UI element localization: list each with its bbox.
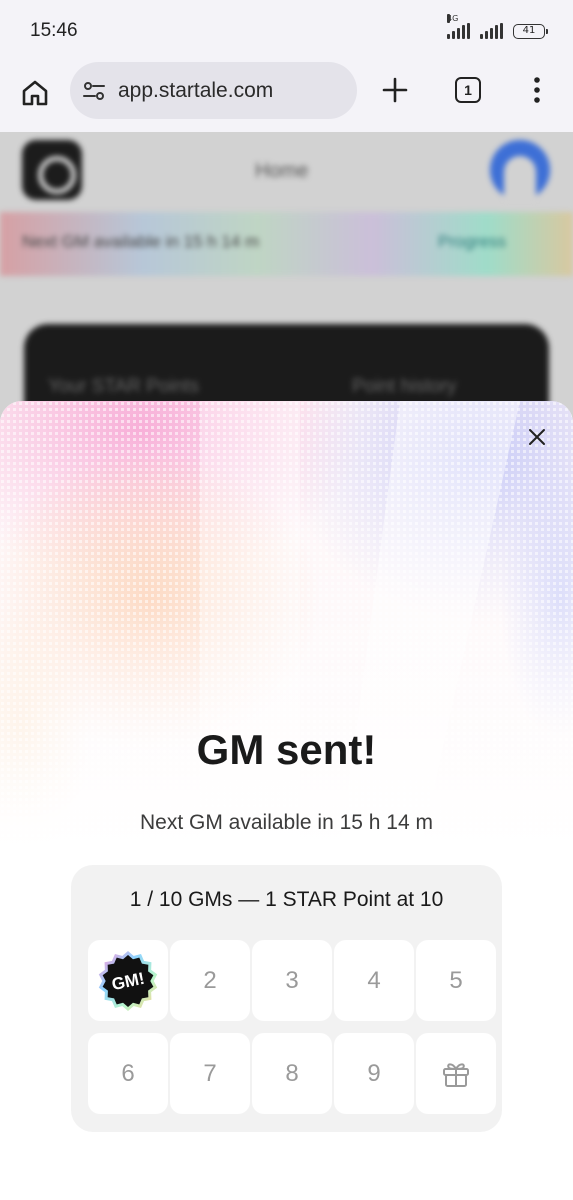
gm-slot-8: 8: [252, 1033, 332, 1114]
battery-icon: 41: [513, 23, 548, 39]
gm-slot-3: 3: [252, 940, 332, 1021]
cellular-signal-2-icon: [480, 23, 503, 39]
network-type-label: 4G: [447, 14, 459, 23]
background-page-title: Home: [255, 160, 309, 182]
gm-slot-7: 7: [170, 1033, 250, 1114]
site-settings-icon[interactable]: [82, 79, 106, 103]
gm-badge-icon: GM!: [98, 950, 158, 1011]
gift-icon: [443, 1062, 469, 1087]
gm-slot-4: 4: [334, 940, 414, 1021]
gm-slot-grid: GM! 2 3 4 5 6 7 8 9: [88, 940, 496, 1114]
battery-level: 41: [522, 24, 536, 36]
new-tab-icon[interactable]: [381, 76, 409, 104]
url-text[interactable]: app.startale.com: [118, 79, 273, 103]
close-icon[interactable]: [524, 424, 550, 450]
modal-title: GM sent!: [196, 726, 377, 773]
app-logo-icon: [22, 140, 82, 200]
background-page-content: Home Next GM available in 15 h 14 m Prog…: [0, 132, 573, 432]
cellular-signal-icon: 4G: [447, 14, 470, 39]
gm-slot-completed: GM!: [88, 940, 168, 1021]
status-bar: 15:46 4G 41: [0, 0, 573, 62]
background-banner-text: Next GM available in 15 h 14 m: [22, 232, 260, 251]
address-bar[interactable]: app.startale.com: [70, 62, 357, 119]
status-time: 15:46: [30, 20, 78, 41]
status-icons: 4G 41: [447, 14, 548, 39]
gm-sent-modal: GM sent! Next GM available in 15 h 14 m …: [0, 401, 573, 1200]
gm-slot-6: 6: [88, 1033, 168, 1114]
home-icon[interactable]: [20, 78, 50, 108]
gm-slot-9: 9: [334, 1033, 414, 1114]
gm-progress-heading: 1 / 10 GMs — 1 STAR Point at 10: [129, 888, 444, 911]
gm-slot-5: 5: [416, 940, 496, 1021]
gm-slot-reward: [416, 1033, 496, 1114]
gm-progress-panel: 1 / 10 GMs — 1 STAR Point at 10 GM! 2 3 …: [71, 865, 502, 1132]
avatar: [490, 140, 550, 200]
gm-slot-2: 2: [170, 940, 250, 1021]
more-options-icon[interactable]: [532, 76, 542, 104]
background-banner-link: Progress: [438, 232, 507, 251]
background-card-link: Point history: [352, 376, 457, 397]
background-card-label: Your STAR Points: [48, 376, 200, 397]
background-page: Home Next GM available in 15 h 14 m Prog…: [0, 132, 573, 432]
browser-toolbar: app.startale.com 1: [0, 62, 573, 132]
next-gm-countdown: Next GM available in 15 h 14 m: [140, 811, 433, 834]
tab-switcher-button[interactable]: 1: [455, 77, 481, 103]
decorative-gradient-art: [0, 401, 573, 851]
